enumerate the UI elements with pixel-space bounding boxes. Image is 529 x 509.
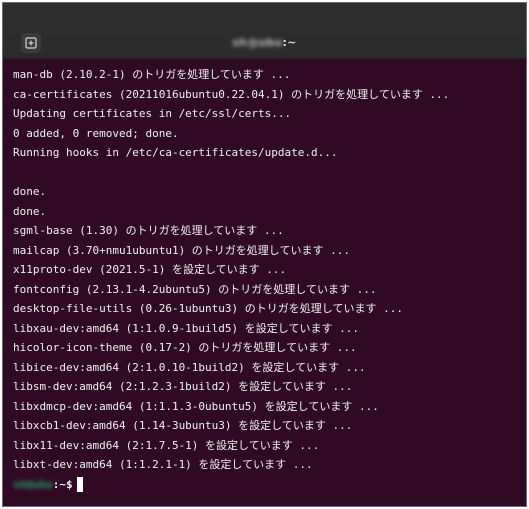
terminal-line: x11proto-dev (2021.5-1) を設定しています ... — [13, 263, 287, 276]
terminal-line: Updating certificates in /etc/ssl/certs.… — [13, 107, 292, 120]
prompt-user: sh@ubu — [13, 477, 53, 491]
title-bar[interactable]: sh@ubu:~ — [3, 3, 526, 59]
terminal-line: desktop-file-utils (0.26-1ubuntu3) のトリガを… — [13, 302, 403, 315]
text-cursor — [76, 476, 83, 492]
terminal-line: fontconfig (2.13.1-4.2ubuntu5) のトリガを処理して… — [13, 282, 377, 296]
terminal-line: libxdmcp-dev:amd64 (1:1.1.3-0ubuntu5) を設… — [13, 399, 379, 413]
terminal-line: libx11-dev:amd64 (2:1.7.5-1) を設定しています ..… — [13, 438, 320, 452]
terminal-line: done. — [13, 185, 47, 198]
terminal-line: sgml-base (1.30) のトリガを処理しています ... — [13, 224, 284, 237]
prompt-line[interactable]: sh@ubu:~$ — [13, 475, 526, 495]
terminal-line: ca-certificates (20211016ubuntu0.22.04.1… — [13, 87, 450, 101]
terminal-line: Running hooks in /etc/ca-certificates/up… — [13, 146, 338, 159]
terminal-line: 0 added, 0 removed; done. — [13, 126, 179, 140]
terminal-line: libxau-dev:amd64 (1:1.0.9-1build5) を設定して… — [13, 321, 359, 335]
terminal-line: mailcap (3.70+nmu1ubuntu1) のトリガを処理しています … — [13, 243, 350, 257]
terminal-line: hicolor-icon-theme (0.17-2) のトリガを処理しています… — [13, 341, 357, 354]
window-title-suffix: :~ — [282, 36, 297, 49]
window-title-user: sh — [232, 36, 248, 49]
window-title-host: @ubu — [247, 36, 283, 49]
terminal-window: sh@ubu:~ man-db (2.10.2-1) のトリガを処理しています … — [2, 2, 527, 507]
prompt-suffix: :~$ — [52, 477, 73, 491]
terminal-line: libxcb1-dev:amd64 (1.14-3ubuntu3) を設定してい… — [13, 419, 353, 432]
terminal-line: man-db (2.10.2-1) のトリガを処理しています ... — [13, 68, 291, 81]
terminal-line: libxt-dev:amd64 (1:1.2.1-1) を設定しています ... — [13, 458, 313, 471]
terminal-line: done. — [13, 204, 47, 218]
terminal-line: libice-dev:amd64 (2:1.0.10-1build2) を設定し… — [13, 360, 366, 374]
terminal-line: libsm-dev:amd64 (2:1.2.3-1build2) を設定してい… — [13, 380, 353, 393]
window-title: sh@ubu:~ — [3, 36, 526, 49]
terminal-output[interactable]: man-db (2.10.2-1) のトリガを処理しています ... ca-ce… — [3, 59, 526, 506]
